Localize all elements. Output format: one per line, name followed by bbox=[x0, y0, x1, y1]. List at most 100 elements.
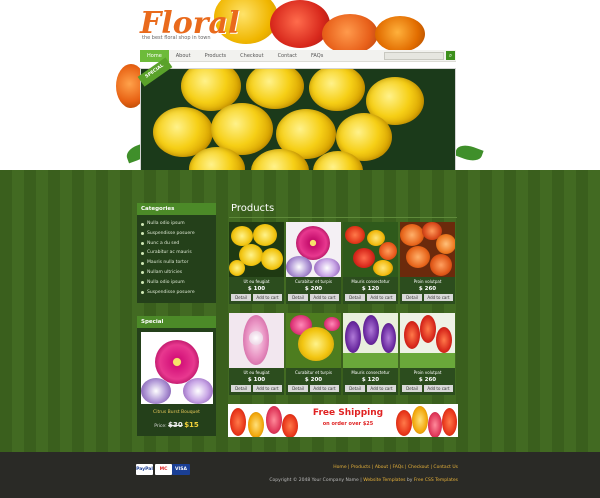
category-item[interactable]: Suspendisse posuere bbox=[137, 288, 216, 298]
orange-rose bbox=[400, 224, 424, 246]
category-item[interactable]: Curabitur ac mauris bbox=[137, 248, 216, 258]
tulip bbox=[412, 406, 428, 434]
product-card: Ut eu feugiat $ 100 Detail Add to cart bbox=[229, 222, 284, 304]
tulip bbox=[428, 412, 442, 437]
detail-button[interactable]: Detail bbox=[231, 294, 251, 301]
category-item[interactable]: Nulla odio ipsum bbox=[137, 219, 216, 229]
product-name[interactable]: Ut eu feugiat bbox=[229, 278, 284, 285]
nav-products[interactable]: Products bbox=[198, 50, 234, 62]
search-input[interactable] bbox=[384, 52, 444, 60]
detail-button[interactable]: Detail bbox=[231, 385, 251, 392]
add-to-cart-button[interactable]: Add to cart bbox=[310, 294, 339, 301]
add-to-cart-button[interactable]: Add to cart bbox=[310, 385, 339, 392]
header: Floral the best floral shop in town Home… bbox=[0, 0, 600, 170]
copyright-text: Copyright © 2048 Your Company Name bbox=[269, 478, 359, 483]
orange-rose bbox=[406, 246, 430, 268]
product-card: Mauris consectetur $ 120 Detail Add to c… bbox=[343, 222, 398, 304]
product-image[interactable] bbox=[229, 222, 284, 277]
red-tulip bbox=[436, 327, 452, 353]
product-price: $ 120 bbox=[361, 286, 380, 292]
add-to-cart-button[interactable]: Add to cart bbox=[424, 294, 453, 301]
footer-link-checkout[interactable]: Checkout bbox=[408, 465, 429, 470]
detail-button[interactable]: Detail bbox=[288, 385, 308, 392]
tulip-stems bbox=[400, 353, 455, 368]
add-to-cart-button[interactable]: Add to cart bbox=[367, 294, 396, 301]
categories-box: Categories Nulla odio ipsum Suspendisse … bbox=[137, 203, 216, 303]
tulip-stems bbox=[343, 353, 398, 368]
lilac-flower bbox=[182, 378, 213, 404]
add-to-cart-button[interactable]: Add to cart bbox=[253, 294, 282, 301]
footer-link-home[interactable]: Home bbox=[333, 465, 346, 470]
website-templates-link[interactable]: Website Templates bbox=[363, 478, 405, 483]
nav-checkout[interactable]: Checkout bbox=[233, 50, 270, 62]
pink-rose bbox=[324, 317, 340, 331]
add-to-cart-button[interactable]: Add to cart bbox=[367, 385, 396, 392]
category-item[interactable]: Mauris nulla tortor bbox=[137, 258, 216, 268]
content-area: Categories Nulla odio ipsum Suspendisse … bbox=[0, 170, 600, 452]
footer-links: Home | Products | About | FAQs | Checkou… bbox=[333, 465, 458, 470]
detail-button[interactable]: Detail bbox=[345, 294, 365, 301]
product-name[interactable]: Ut eu feugiat bbox=[229, 369, 284, 376]
lilac-flower bbox=[314, 258, 340, 277]
footer-link-faqs[interactable]: FAQs bbox=[393, 465, 404, 470]
product-image[interactable] bbox=[229, 313, 284, 368]
product-price: $ 200 bbox=[304, 286, 323, 292]
special-product-image[interactable] bbox=[140, 332, 213, 404]
category-item[interactable]: Suspendisse posuere bbox=[137, 229, 216, 239]
product-name[interactable]: Mauris consectetur bbox=[343, 278, 398, 285]
product-image[interactable] bbox=[286, 222, 341, 277]
nav-about[interactable]: About bbox=[169, 50, 198, 62]
lilac-flower bbox=[140, 378, 171, 404]
product-buttons: Detail Add to cart bbox=[229, 294, 284, 301]
products-title: Products bbox=[231, 203, 275, 214]
detail-button[interactable]: Detail bbox=[345, 385, 365, 392]
product-name[interactable]: Proin volutpat bbox=[400, 369, 455, 376]
tulip bbox=[230, 408, 246, 436]
yellow-rose bbox=[261, 248, 283, 270]
free-shipping-subtext: on order over $25 bbox=[322, 421, 374, 427]
special-title: Special bbox=[137, 316, 216, 328]
nav-faqs[interactable]: FAQs bbox=[304, 50, 330, 62]
product-image[interactable] bbox=[400, 222, 455, 277]
tulip bbox=[266, 406, 282, 434]
product-name[interactable]: Proin volutpat bbox=[400, 278, 455, 285]
free-shipping-banner[interactable]: Free Shipping on order over $25 bbox=[228, 404, 458, 437]
red-tulip bbox=[420, 315, 436, 343]
detail-button[interactable]: Detail bbox=[402, 294, 422, 301]
product-name[interactable]: Curabitur et turpis bbox=[286, 369, 341, 376]
product-name[interactable]: Curabitur et turpis bbox=[286, 278, 341, 285]
product-buttons: Detail Add to cart bbox=[343, 294, 398, 301]
detail-button[interactable]: Detail bbox=[402, 385, 422, 392]
search-button[interactable]: ⌕ bbox=[446, 51, 455, 60]
nav-contact[interactable]: Contact bbox=[271, 50, 304, 62]
header-rose-orange-2 bbox=[375, 16, 425, 52]
category-item[interactable]: Nulla odio ipsum bbox=[137, 278, 216, 288]
yellow-rose bbox=[229, 260, 245, 276]
category-item[interactable]: Nunc a du sed bbox=[137, 239, 216, 249]
product-buttons: Detail Add to cart bbox=[400, 294, 455, 301]
orchid-center bbox=[249, 331, 263, 345]
header-rose-orange bbox=[322, 14, 378, 54]
detail-button[interactable]: Detail bbox=[288, 294, 308, 301]
special-price: Price: $30 $15 bbox=[154, 421, 199, 429]
footer-link-products[interactable]: Products bbox=[351, 465, 370, 470]
product-image[interactable] bbox=[400, 313, 455, 368]
add-to-cart-button[interactable]: Add to cart bbox=[424, 385, 453, 392]
product-image[interactable] bbox=[286, 313, 341, 368]
banner-rose bbox=[309, 69, 365, 111]
logo-tagline: the best floral shop in town bbox=[142, 35, 211, 41]
product-buttons: Detail Add to cart bbox=[286, 294, 341, 301]
red-tulip bbox=[404, 321, 420, 349]
free-shipping-text: Free Shipping bbox=[312, 408, 384, 418]
free-css-templates-link[interactable]: Free CSS Templates bbox=[414, 478, 458, 483]
add-to-cart-button[interactable]: Add to cart bbox=[253, 385, 282, 392]
product-image[interactable] bbox=[343, 222, 398, 277]
special-product-name[interactable]: Citrus Burst Bouquet bbox=[137, 410, 216, 415]
footer-link-contact[interactable]: Contact Us bbox=[433, 465, 458, 470]
category-item[interactable]: Nullam ultricies bbox=[137, 268, 216, 278]
header-rose-red bbox=[270, 0, 330, 48]
product-name[interactable]: Mauris consectetur bbox=[343, 369, 398, 376]
footer-link-about[interactable]: About bbox=[375, 465, 388, 470]
product-buttons: Detail Add to cart bbox=[286, 385, 341, 392]
product-image[interactable] bbox=[343, 313, 398, 368]
